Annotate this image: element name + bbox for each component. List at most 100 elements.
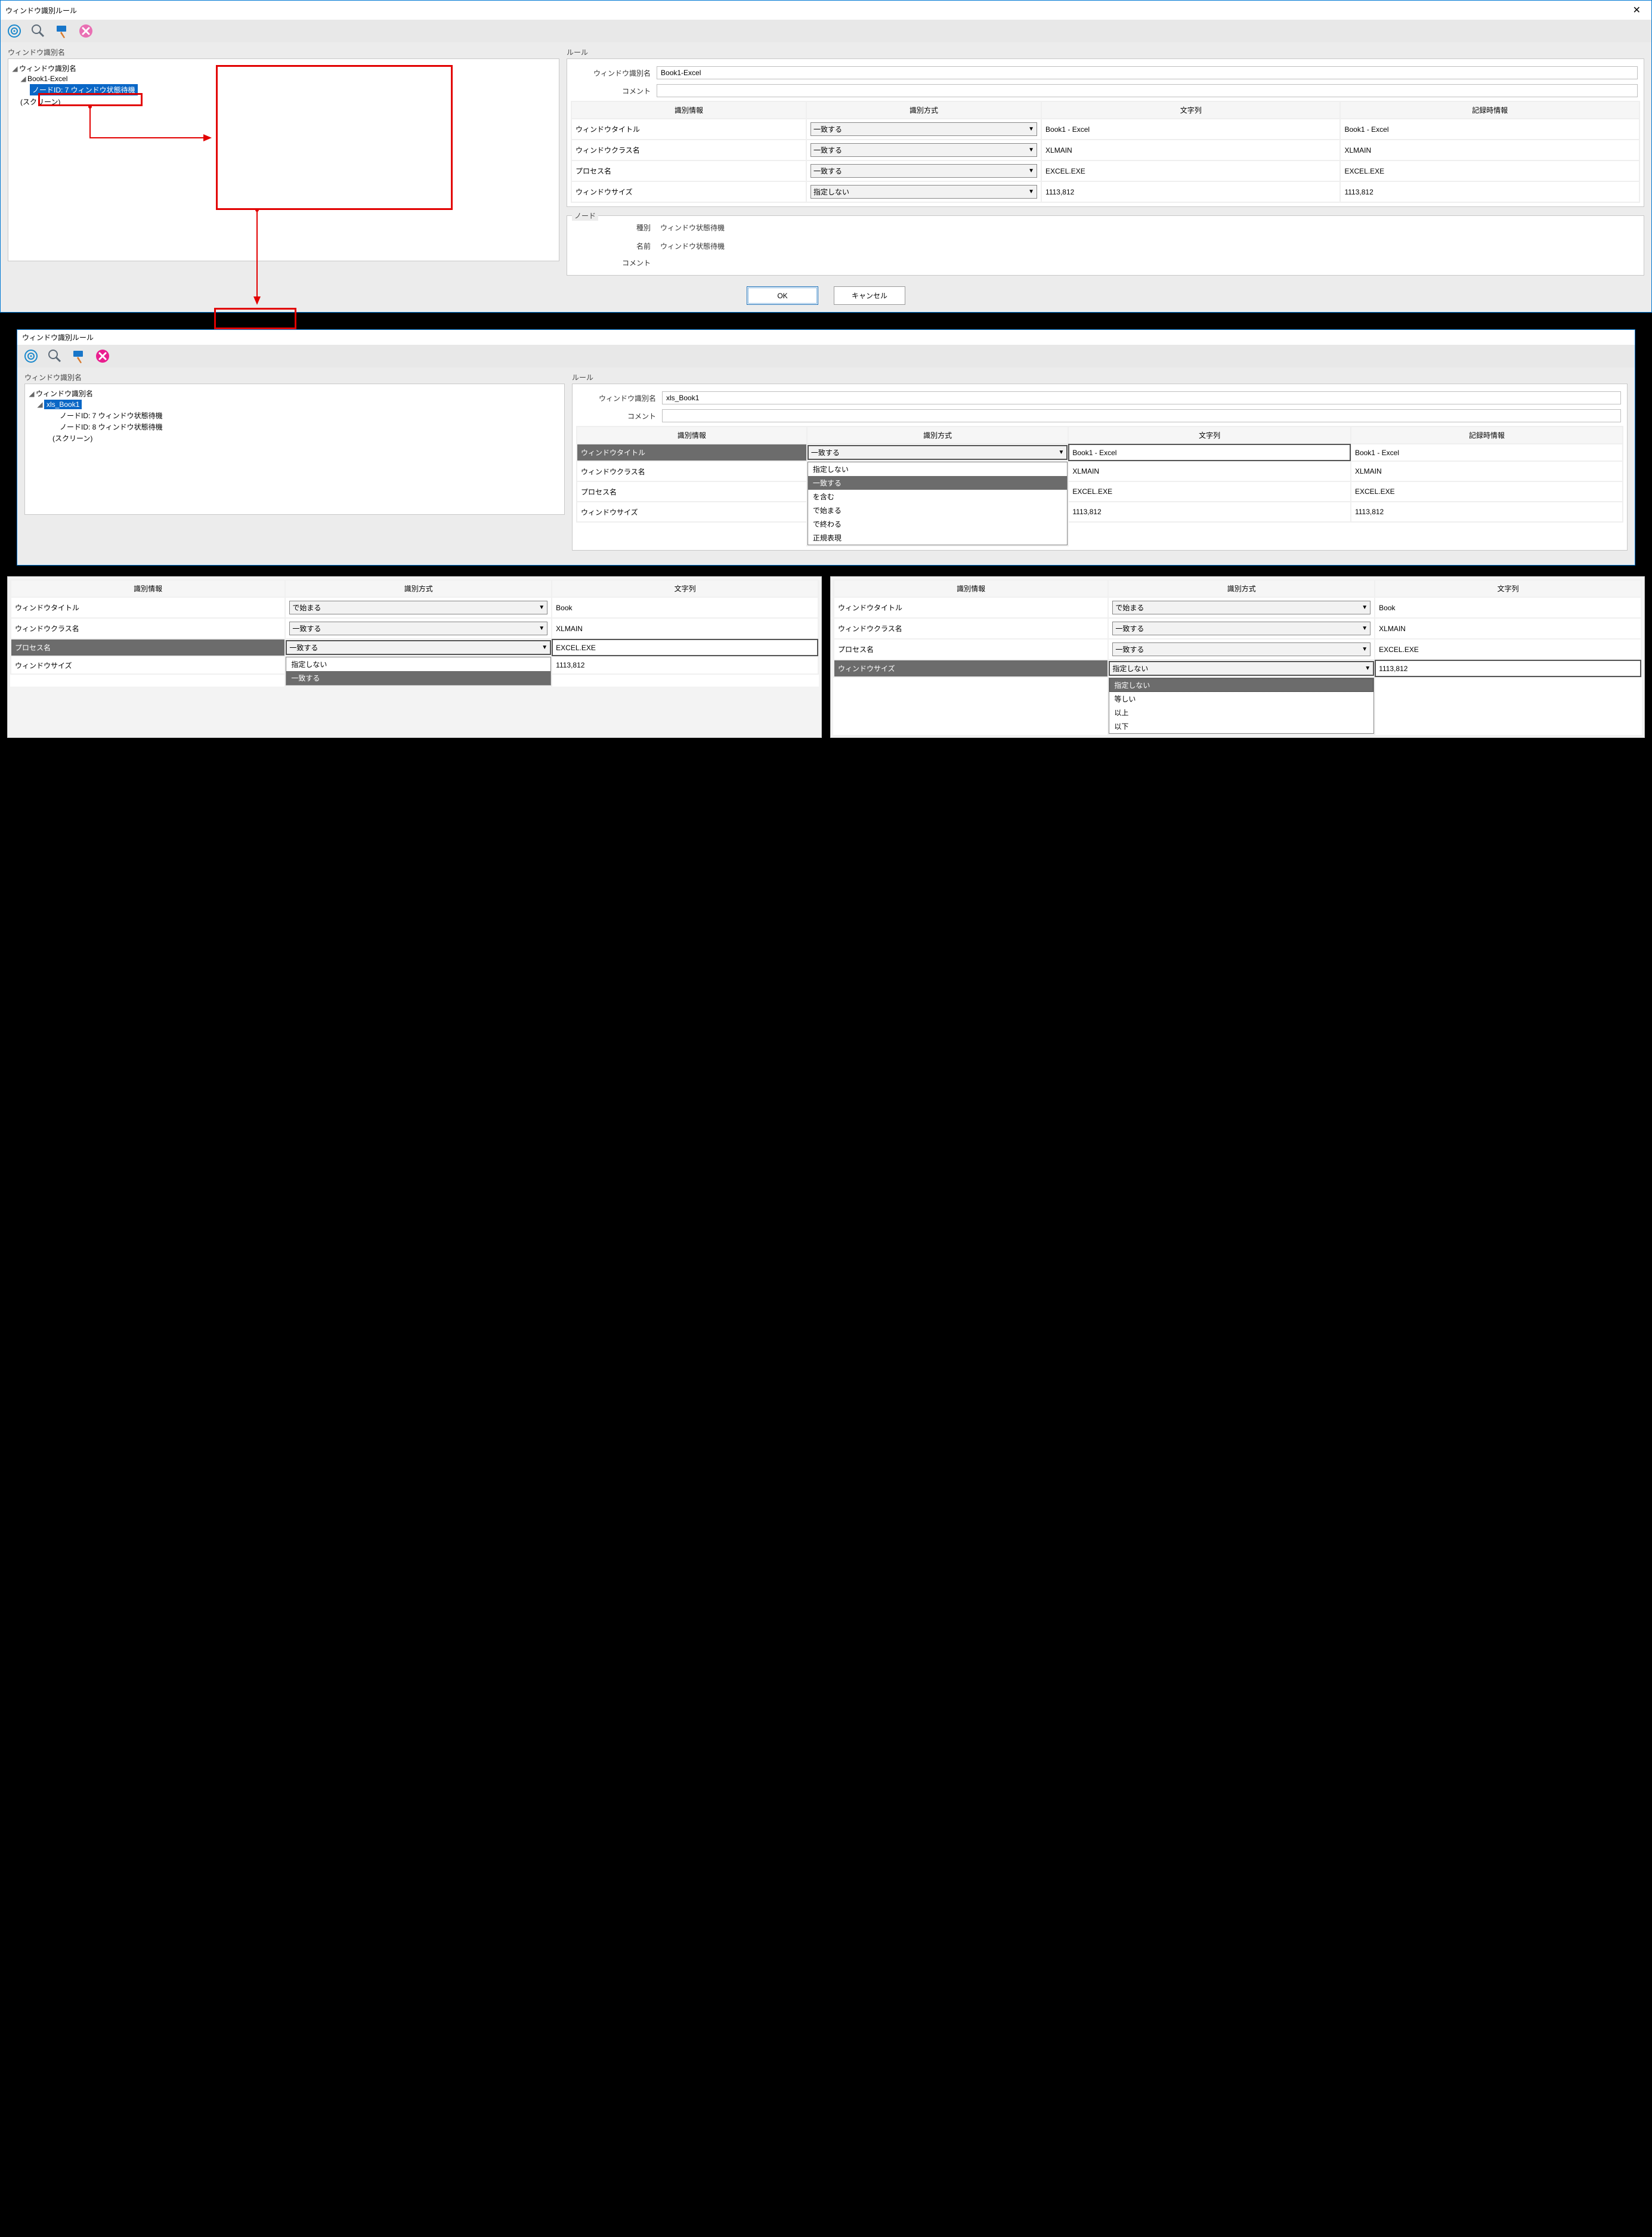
left-pane: ウィンドウ識別名 ◢ウィンドウ識別名 ◢xls_Book1 ノードID: 7 ウ…: [21, 370, 568, 559]
table-row: ウィンドウクラス名 一致する▼: [834, 618, 1641, 639]
tree-item-screen[interactable]: (スクリーン): [12, 96, 555, 107]
lbl-comment: コメント: [578, 411, 662, 421]
combo-method-open: 指定しない▼: [1109, 661, 1374, 676]
tree-item-node7[interactable]: ノードID: 7 ウィンドウ状態待機: [29, 410, 561, 421]
table-row: ウィンドウサイズ 指定しない▼: [834, 660, 1641, 677]
dialog-body: ウィンドウ識別名 ◢ウィンドウ識別名 ◢Book1-Excel ノードID: 7…: [1, 42, 1651, 284]
col-method: 識別方式: [1108, 580, 1375, 597]
cell-str: [1045, 125, 1336, 134]
cell-str: [1045, 146, 1336, 155]
lbl-node-name: 名前: [573, 241, 657, 251]
table-row: ウィンドウクラス名 指定しない 一致する を含む で始まる で終わる 正規表現: [577, 461, 1623, 481]
table-row: ウィンドウサイズ 指定しない▼ 1113,812: [571, 181, 1639, 202]
tree-item-node8[interactable]: ノードID: 8 ウィンドウ状態待機: [29, 421, 561, 432]
opt[interactable]: 以下: [1109, 719, 1373, 733]
dialog-title: ウィンドウ識別ルール: [5, 5, 77, 16]
col-str: 文字列: [552, 580, 818, 597]
tree-item-book1[interactable]: ◢Book1-Excel: [12, 74, 555, 84]
close-icon[interactable]: ✕: [1627, 3, 1647, 17]
dialog-window-rules-1: ウィンドウ識別ルール ✕ ウィンドウ識別名 ◢ウィンドウ識別名 ◢Book1-E…: [0, 0, 1652, 313]
delete-icon[interactable]: [95, 348, 110, 364]
col-info: 識別情報: [571, 101, 806, 119]
lbl-node-comment: コメント: [573, 258, 657, 268]
row-window-name: ウィンドウ識別名: [573, 389, 1627, 407]
brush-icon[interactable]: [71, 348, 86, 364]
delete-icon[interactable]: [78, 23, 94, 39]
table-row: ウィンドウクラス名 一致する▼ XLMAIN: [571, 140, 1639, 160]
target-icon[interactable]: [23, 348, 39, 364]
combo-method: で始まる▼: [1112, 601, 1371, 614]
method-dropdown: 指定しない 一致する を含む で始まる で終わる 正規表現: [808, 462, 1068, 545]
row-comment: コメント: [567, 82, 1644, 100]
opt[interactable]: 正規表現: [808, 531, 1068, 545]
cell-str: [556, 644, 814, 652]
val-node-comment: [657, 261, 1638, 265]
cell-str: [556, 661, 814, 669]
table-row: ウィンドウタイトル 一致する▼ Book1 - Excel: [571, 119, 1639, 140]
tree[interactable]: ◢ウィンドウ識別名 ◢xls_Book1 ノードID: 7 ウィンドウ状態待機 …: [24, 384, 565, 515]
rule-grid: 識別情報 識別方式 文字列 記録時情報 ウィンドウタイトル 一致する▼ Book…: [573, 425, 1627, 550]
button-row: OK キャンセル: [1, 284, 1651, 312]
input-comment[interactable]: [657, 84, 1638, 97]
table-row: プロセス名 一致する▼: [11, 639, 818, 656]
opt[interactable]: 指定しない: [808, 462, 1068, 476]
target-icon[interactable]: [7, 23, 22, 39]
dialog-body: ウィンドウ識別名 ◢ウィンドウ識別名 ◢xls_Book1 ノードID: 7 ウ…: [17, 367, 1635, 565]
tree-root[interactable]: ◢ウィンドウ識別名: [29, 388, 561, 399]
tree-item-selected[interactable]: ◢xls_Book1: [29, 399, 561, 410]
cell-str: [556, 604, 814, 612]
col-info: 識別情報: [577, 427, 807, 444]
opt[interactable]: 等しい: [1109, 692, 1373, 706]
node-fieldset: ノード 種別 ウィンドウ状態待機 名前 ウィンドウ状態待機 コメント: [567, 215, 1644, 276]
val-node-type: ウィンドウ状態待機: [657, 221, 1638, 234]
combo-method: 指定しない▼: [810, 185, 1037, 199]
opt[interactable]: 指定しない: [286, 657, 550, 671]
input-window-name[interactable]: [657, 66, 1638, 79]
combo-method: 一致する▼: [810, 122, 1037, 136]
search-icon[interactable]: [30, 23, 46, 39]
cell-str: [1072, 449, 1347, 457]
tree-root[interactable]: ◢ウィンドウ識別名: [12, 63, 555, 74]
opt-selected[interactable]: 一致する: [808, 476, 1068, 490]
lbl-window-name: ウィンドウ識別名: [578, 393, 662, 403]
tree[interactable]: ◢ウィンドウ識別名 ◢Book1-Excel ノードID: 7 ウィンドウ状態待…: [8, 58, 559, 261]
opt[interactable]: を含む: [808, 490, 1068, 503]
opt[interactable]: で始まる: [808, 503, 1068, 517]
combo-method-open: 一致する▼: [808, 445, 1068, 460]
lbl-window-name: ウィンドウ識別名: [573, 68, 657, 78]
opt-selected[interactable]: 一致する: [286, 671, 550, 685]
cell-str: [1072, 487, 1347, 496]
col-info: 識別情報: [11, 580, 285, 597]
tree-item-screen[interactable]: (スクリーン): [29, 432, 561, 444]
val-node-name: ウィンドウ状態待機: [657, 239, 1638, 253]
col-method: 識別方式: [807, 427, 1069, 444]
combo-method: 一致する▼: [1112, 642, 1371, 656]
cell-str: [1379, 625, 1637, 633]
lbl-comment: コメント: [573, 86, 657, 96]
input-comment[interactable]: [662, 409, 1621, 422]
brush-icon[interactable]: [54, 23, 70, 39]
row-window-name: ウィンドウ識別名: [567, 64, 1644, 82]
input-window-name[interactable]: [662, 391, 1621, 404]
opt[interactable]: 以上: [1109, 706, 1373, 719]
cancel-button[interactable]: キャンセル: [834, 286, 905, 305]
opt-selected[interactable]: 指定しない: [1109, 678, 1373, 692]
combo-method: 一致する▼: [1112, 622, 1371, 635]
opt[interactable]: で終わる: [808, 517, 1068, 531]
tree-item-selected[interactable]: ノードID: 7 ウィンドウ状態待機: [12, 84, 555, 96]
table-row: ウィンドウサイズ 1113,812: [577, 502, 1623, 522]
combo-method: で始まる▼: [289, 601, 547, 614]
method-dropdown: 指定しない 等しい 以上 以下: [1109, 678, 1374, 734]
grid-right: 識別情報 識別方式 文字列 ウィンドウタイトル で始まる▼ ウィンドウクラス名 …: [833, 579, 1642, 735]
method-dropdown: 指定しない 一致する: [286, 657, 551, 685]
rule-fieldset: ウィンドウ識別名 コメント 識別情報 識別方式 文字列 記録時情報: [567, 58, 1644, 207]
panel-left: 識別情報 識別方式 文字列 ウィンドウタイトル で始まる▼ ウィンドウクラス名 …: [7, 576, 822, 738]
ok-button[interactable]: OK: [747, 286, 818, 305]
search-icon[interactable]: [47, 348, 63, 364]
table-row: ウィンドウタイトル で始まる▼: [11, 597, 818, 618]
bottom-panels: 識別情報 識別方式 文字列 ウィンドウタイトル で始まる▼ ウィンドウクラス名 …: [0, 568, 1652, 756]
col-info: 識別情報: [834, 580, 1108, 597]
cell-str: [1379, 645, 1637, 654]
table-row: ウィンドウタイトル 一致する▼ Book1 - Excel: [577, 444, 1623, 461]
table-row: ウィンドウクラス名 一致する▼: [11, 618, 818, 639]
